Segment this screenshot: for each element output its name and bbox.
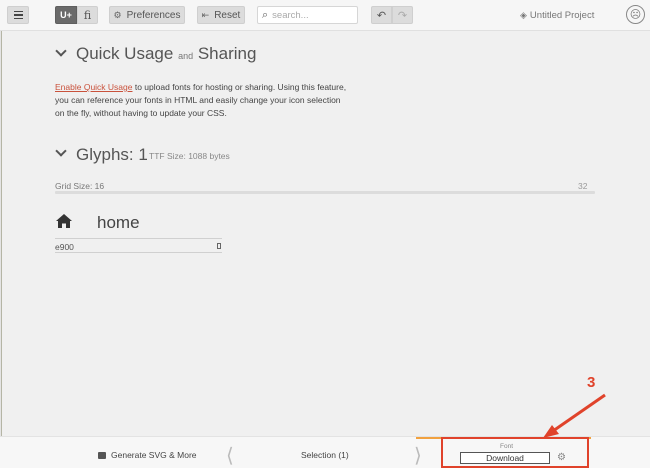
annotation-arrow-icon — [543, 393, 606, 438]
